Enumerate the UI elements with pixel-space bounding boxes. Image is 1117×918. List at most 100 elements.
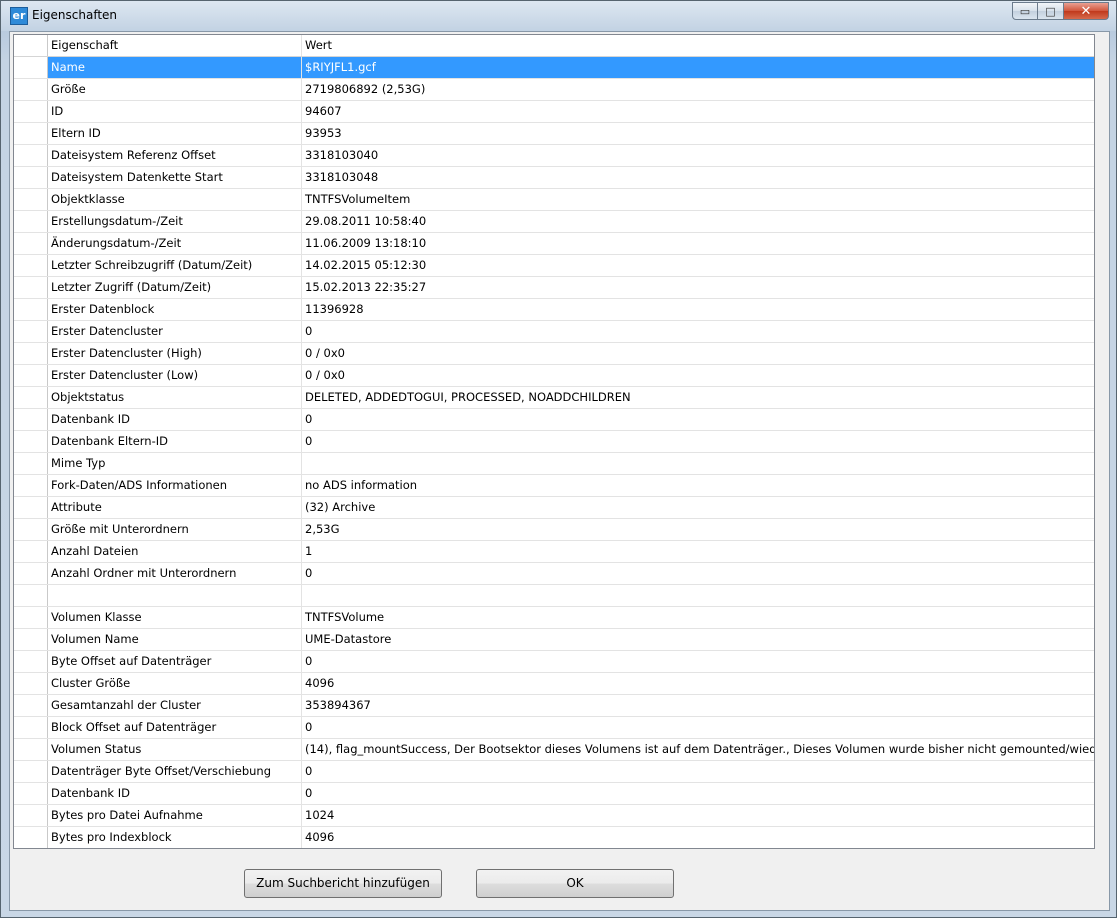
table-row[interactable]: Erster Datencluster 0 (14, 321, 1094, 343)
table-row[interactable]: Block Offset auf Datenträger 0 (14, 717, 1094, 739)
table-row[interactable]: Volumen Name UME-Datastore (14, 629, 1094, 651)
property-value-cell[interactable]: 353894367 (302, 695, 1094, 716)
table-row[interactable]: Gesamtanzahl der Cluster 353894367 (14, 695, 1094, 717)
column-header-property[interactable]: Eigenschaft (48, 35, 302, 56)
property-value-cell[interactable]: $RIYJFL1.gcf (302, 57, 1094, 78)
table-row[interactable]: Volumen Status (14), flag_mountSuccess, D… (14, 739, 1094, 761)
property-value-cell[interactable]: 93953 (302, 123, 1094, 144)
property-value-cell[interactable]: 11396928 (302, 299, 1094, 320)
property-value-cell[interactable]: 15.02.2013 22:35:27 (302, 277, 1094, 298)
property-value-cell[interactable]: 4096 (302, 673, 1094, 694)
property-value-cell[interactable] (302, 453, 1094, 474)
row-indicator[interactable] (14, 717, 48, 738)
row-indicator[interactable] (14, 233, 48, 254)
row-indicator[interactable] (14, 541, 48, 562)
property-value-cell[interactable]: 11.06.2009 13:18:10 (302, 233, 1094, 254)
column-header-value[interactable]: Wert (302, 35, 1094, 56)
property-value-cell[interactable]: 0 (302, 651, 1094, 672)
table-row[interactable]: Datenbank ID 0 (14, 783, 1094, 805)
row-indicator[interactable] (14, 145, 48, 166)
table-row[interactable]: Cluster Größe 4096 (14, 673, 1094, 695)
row-indicator[interactable] (14, 607, 48, 628)
property-name-cell[interactable]: Anzahl Dateien (48, 541, 302, 562)
property-value-cell[interactable] (302, 585, 1094, 606)
property-value-cell[interactable]: UME-Datastore (302, 629, 1094, 650)
property-value-cell[interactable]: 0 (302, 409, 1094, 430)
row-indicator[interactable] (14, 651, 48, 672)
row-indicator[interactable] (14, 277, 48, 298)
property-name-cell[interactable]: Erster Datencluster (48, 321, 302, 342)
table-row[interactable]: Attribute (32) Archive (14, 497, 1094, 519)
table-row[interactable]: Dateisystem Datenkette Start 3318103048 (14, 167, 1094, 189)
property-name-cell[interactable]: Byte Offset auf Datenträger (48, 651, 302, 672)
table-row[interactable]: Volumen Klasse TNTFSVolume (14, 607, 1094, 629)
table-row[interactable]: Erster Datencluster (Low) 0 / 0x0 (14, 365, 1094, 387)
table-row[interactable]: ID 94607 (14, 101, 1094, 123)
property-name-cell[interactable]: Objektklasse (48, 189, 302, 210)
properties-grid[interactable]: Eigenschaft Wert Name $RIYJFL1.gcf Größe 27… (13, 34, 1095, 849)
close-button[interactable]: ✕ (1064, 2, 1109, 20)
property-name-cell[interactable]: Bytes pro Datei Aufnahme (48, 805, 302, 826)
property-name-cell[interactable]: Datenbank Eltern-ID (48, 431, 302, 452)
row-indicator[interactable] (14, 497, 48, 518)
property-value-cell[interactable]: 0 / 0x0 (302, 365, 1094, 386)
property-value-cell[interactable]: 14.02.2015 05:12:30 (302, 255, 1094, 276)
property-name-cell[interactable]: Datenträger Byte Offset/Verschiebung (48, 761, 302, 782)
row-indicator[interactable] (14, 79, 48, 100)
table-row[interactable]: Datenbank ID 0 (14, 409, 1094, 431)
property-value-cell[interactable]: 1 (302, 541, 1094, 562)
row-indicator[interactable] (14, 585, 48, 606)
property-name-cell[interactable]: Letzter Zugriff (Datum/Zeit) (48, 277, 302, 298)
property-name-cell[interactable]: Mime Typ (48, 453, 302, 474)
property-name-cell[interactable]: Volumen Klasse (48, 607, 302, 628)
property-name-cell[interactable]: Erster Datenblock (48, 299, 302, 320)
title-bar[interactable]: er Eigenschaften ▭ □ ✕ (1, 1, 1116, 31)
table-row[interactable]: Bytes pro Datei Aufnahme 1024 (14, 805, 1094, 827)
row-indicator[interactable] (14, 673, 48, 694)
row-indicator[interactable] (14, 387, 48, 408)
property-name-cell[interactable]: Letzter Schreibzugriff (Datum/Zeit) (48, 255, 302, 276)
row-indicator[interactable] (14, 123, 48, 144)
table-row[interactable]: Größe 2719806892 (2,53G) (14, 79, 1094, 101)
property-name-cell[interactable]: ID (48, 101, 302, 122)
maximize-button[interactable]: □ (1038, 2, 1064, 20)
property-value-cell[interactable]: TNTFSVolumeItem (302, 189, 1094, 210)
row-indicator[interactable] (14, 783, 48, 804)
property-name-cell[interactable]: Änderungsdatum-/Zeit (48, 233, 302, 254)
property-name-cell[interactable]: Volumen Name (48, 629, 302, 650)
row-indicator[interactable] (14, 805, 48, 826)
table-row[interactable]: Bytes pro Indexblock 4096 (14, 827, 1094, 848)
property-value-cell[interactable]: 3318103040 (302, 145, 1094, 166)
property-value-cell[interactable]: (14), flag_mountSuccess, Der Bootsektor … (302, 739, 1094, 760)
property-name-cell[interactable]: Erstellungsdatum-/Zeit (48, 211, 302, 232)
property-name-cell[interactable]: Gesamtanzahl der Cluster (48, 695, 302, 716)
property-name-cell[interactable]: Eltern ID (48, 123, 302, 144)
property-name-cell[interactable]: Attribute (48, 497, 302, 518)
row-indicator[interactable] (14, 321, 48, 342)
row-indicator[interactable] (14, 453, 48, 474)
table-row[interactable]: Erster Datencluster (High) 0 / 0x0 (14, 343, 1094, 365)
property-value-cell[interactable]: 2,53G (302, 519, 1094, 540)
property-name-cell[interactable]: Volumen Status (48, 739, 302, 760)
property-value-cell[interactable]: 0 (302, 321, 1094, 342)
property-value-cell[interactable]: 0 (302, 431, 1094, 452)
property-name-cell[interactable]: Dateisystem Datenkette Start (48, 167, 302, 188)
row-indicator[interactable] (14, 409, 48, 430)
table-row[interactable]: Name $RIYJFL1.gcf (14, 57, 1094, 79)
table-row[interactable]: Erstellungsdatum-/Zeit 29.08.2011 10:58:4… (14, 211, 1094, 233)
table-row[interactable]: Letzter Schreibzugriff (Datum/Zeit) 14.02… (14, 255, 1094, 277)
property-name-cell[interactable]: Erster Datencluster (Low) (48, 365, 302, 386)
row-indicator[interactable] (14, 211, 48, 232)
property-value-cell[interactable]: 3318103048 (302, 167, 1094, 188)
property-name-cell[interactable]: Cluster Größe (48, 673, 302, 694)
row-indicator[interactable] (14, 343, 48, 364)
property-value-cell[interactable]: (32) Archive (302, 497, 1094, 518)
table-row[interactable]: Letzter Zugriff (Datum/Zeit) 15.02.2013 2… (14, 277, 1094, 299)
table-row[interactable]: Objektklasse TNTFSVolumeItem (14, 189, 1094, 211)
property-value-cell[interactable]: 94607 (302, 101, 1094, 122)
row-indicator[interactable] (14, 563, 48, 584)
property-value-cell[interactable]: TNTFSVolume (302, 607, 1094, 628)
row-indicator[interactable] (14, 475, 48, 496)
row-indicator[interactable] (14, 255, 48, 276)
table-row[interactable]: Dateisystem Referenz Offset 3318103040 (14, 145, 1094, 167)
